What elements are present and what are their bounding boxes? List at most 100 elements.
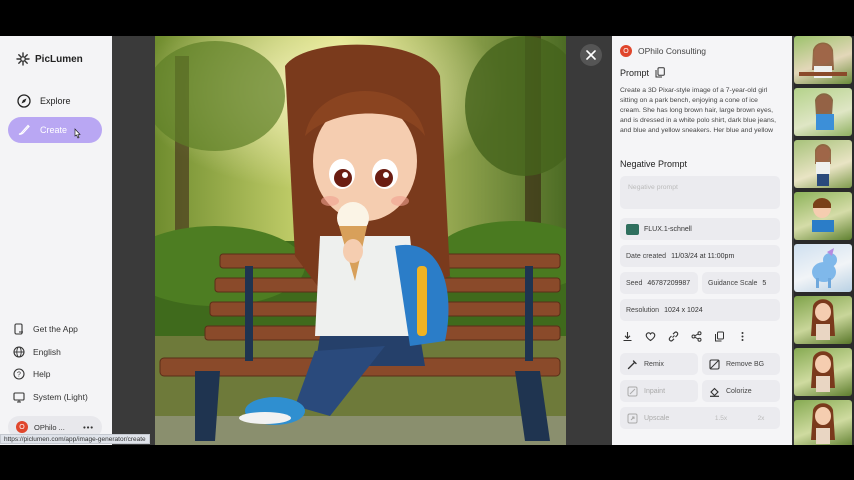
sidebar-item-explore[interactable]: Explore	[8, 88, 102, 114]
seed-label: Seed	[626, 279, 643, 287]
negative-prompt-title: Negative Prompt	[620, 159, 688, 169]
guidance-value: 5	[762, 279, 767, 287]
remix-button[interactable]: Remix	[620, 353, 698, 375]
avatar: O	[620, 45, 632, 57]
sidebar-help[interactable]: ? Help	[13, 368, 50, 380]
thumbnail[interactable]	[794, 36, 852, 84]
date-value: 11/03/24 at 11:00pm	[671, 252, 735, 260]
thumbnail-image	[812, 198, 834, 232]
brush-icon	[18, 124, 30, 135]
remix-label: Remix	[644, 360, 664, 368]
seed-value[interactable]: 46787209987	[647, 280, 690, 287]
sidebar: PicLumen Explore Create Get the App Engl…	[0, 36, 112, 445]
seed-row: Seed 46787209987	[620, 272, 698, 294]
upscale-row: Upscale 1.5x 2x	[620, 407, 780, 429]
mouse-cursor-icon	[74, 128, 81, 139]
model-icon	[626, 223, 639, 235]
inpaint-icon	[627, 386, 638, 396]
colorize-label: Colorize	[726, 387, 752, 395]
model-name: FLUX.1-schnell	[644, 225, 692, 233]
globe-icon	[13, 346, 25, 358]
svg-text:?: ?	[17, 372, 21, 379]
negative-prompt-field: Negative prompt	[620, 176, 780, 209]
author-name: OPhilo Consulting	[638, 46, 707, 56]
heart-icon[interactable]	[645, 331, 656, 342]
sidebar-get-app[interactable]: Get the App	[13, 323, 78, 335]
resolution-row: Resolution 1024 x 1024	[620, 299, 780, 321]
thumbnail-image	[812, 248, 837, 288]
sidebar-language[interactable]: English	[13, 346, 61, 358]
author[interactable]: O OPhilo Consulting	[620, 45, 706, 57]
action-bar	[622, 331, 748, 342]
thumbnail-image	[811, 403, 835, 444]
sidebar-bottom-label: Get the App	[33, 324, 78, 334]
thumbnail-image	[815, 144, 831, 186]
brand[interactable]: PicLumen	[16, 52, 83, 66]
thumbnail[interactable]	[794, 296, 852, 344]
sidebar-bottom-label: English	[33, 347, 61, 357]
colorize-icon	[710, 387, 719, 397]
prompt-title: Prompt	[620, 67, 650, 78]
prompt-heading: Prompt	[620, 67, 665, 78]
link-status-bar: https://piclumen.com/app/image-generator…	[0, 434, 150, 444]
sidebar-item-label: Explore	[40, 96, 71, 106]
sidebar-item-label: Create	[40, 125, 68, 135]
close-icon	[586, 50, 596, 60]
inpaint-button[interactable]: Inpaint	[620, 380, 698, 402]
help-icon: ?	[13, 368, 25, 380]
upscale-icon	[627, 413, 638, 423]
upscale-1-5x-button[interactable]: 1.5x	[706, 411, 736, 425]
model-row: FLUX.1-schnell	[620, 218, 780, 240]
upscale-label: Upscale	[644, 414, 670, 422]
more-vertical-icon[interactable]	[737, 331, 748, 342]
copy-icon[interactable]	[714, 331, 725, 342]
sidebar-bottom-label: Help	[33, 369, 51, 379]
download-icon[interactable]	[622, 331, 633, 342]
sidebar-item-create[interactable]: Create	[8, 117, 102, 143]
thumbnail[interactable]	[794, 88, 852, 136]
copy-icon[interactable]	[655, 67, 665, 78]
thumbnail[interactable]	[794, 192, 852, 240]
image-details-panel: O OPhilo Consulting Prompt Create a 3D P…	[612, 36, 792, 445]
app-window: PicLumen Explore Create Get the App Engl…	[0, 36, 854, 445]
avatar: O	[16, 421, 28, 433]
generated-image	[155, 36, 566, 445]
thumbnail-image	[811, 299, 835, 340]
remove-bg-button[interactable]: Remove BG	[702, 353, 780, 375]
guidance-label: Guidance Scale	[708, 279, 758, 287]
resolution-label: Resolution	[626, 306, 660, 314]
inpaint-label: Inpaint	[644, 387, 666, 395]
remove-bg-icon	[709, 358, 720, 370]
thumbnail[interactable]	[794, 400, 852, 445]
share-icon[interactable]	[691, 331, 702, 342]
more-icon[interactable]: •••	[83, 423, 94, 432]
thumbnail-image	[799, 42, 847, 78]
account-name: OPhilo ...	[34, 422, 65, 432]
prompt-text: Create a 3D Pixar-style image of a 7-yea…	[620, 87, 777, 134]
girl-on-bench-illustration	[155, 36, 566, 445]
sidebar-theme[interactable]: System (Light)	[13, 391, 88, 403]
negative-prompt-heading: Negative Prompt	[620, 159, 687, 169]
monitor-icon	[13, 392, 25, 403]
date-label: Date created	[626, 252, 667, 260]
guidance-row: Guidance Scale 5	[702, 272, 780, 294]
thumbnail[interactable]	[794, 140, 852, 188]
thumbnail[interactable]	[794, 348, 852, 396]
close-button[interactable]	[580, 44, 602, 66]
remix-icon	[627, 359, 637, 369]
colorize-button[interactable]: Colorize	[702, 380, 780, 402]
thumbnail-image	[815, 93, 834, 130]
upscale-2x-button[interactable]: 2x	[746, 411, 776, 425]
piclumen-logo-icon	[16, 52, 30, 66]
remove-bg-label: Remove BG	[726, 360, 765, 368]
thumbnail-image	[811, 351, 835, 392]
phone-icon	[14, 323, 23, 335]
link-icon[interactable]	[668, 331, 679, 342]
brand-name: PicLumen	[35, 53, 83, 65]
date-row: Date created 11/03/24 at 11:00pm	[620, 245, 780, 267]
thumbnail[interactable]	[794, 244, 852, 292]
thumbnail-strip	[794, 36, 854, 445]
sidebar-bottom-label: System (Light)	[33, 392, 88, 402]
compass-icon	[17, 94, 31, 108]
resolution-value: 1024 x 1024	[664, 306, 703, 314]
